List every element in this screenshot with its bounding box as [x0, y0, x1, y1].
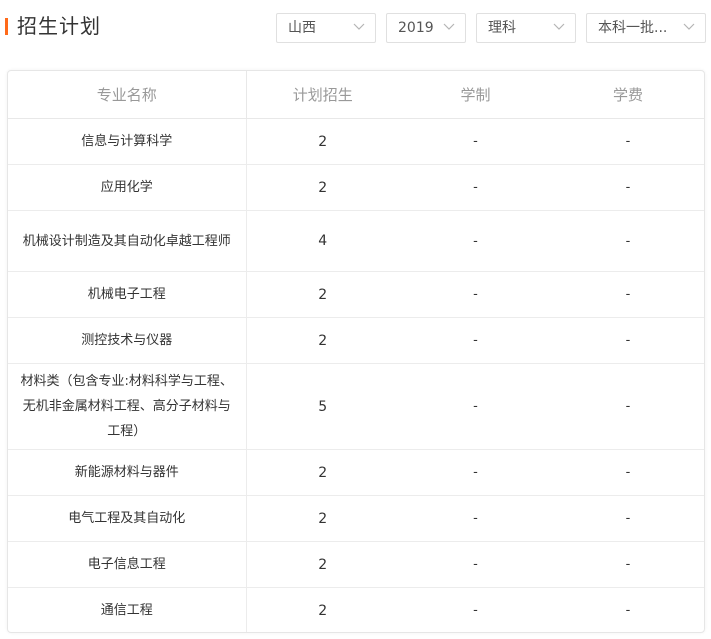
duration-cell: - — [399, 118, 552, 165]
fee-cell: - — [552, 164, 704, 211]
table-row: 电子信息工程 2 - - — [8, 541, 704, 588]
page-header: 招生计划 山西 2019 理科 本科一批... — [0, 0, 711, 56]
fee-cell: - — [552, 495, 704, 542]
table-header-row: 专业名称 计划招生 学制 学费 — [8, 71, 704, 119]
plan-count-cell: 2 — [318, 602, 328, 619]
table-row: 电气工程及其自动化 2 - - — [8, 495, 704, 542]
fee-cell: - — [552, 271, 704, 318]
duration-cell: - — [399, 449, 552, 496]
chevron-down-icon — [443, 23, 455, 30]
major-name-cell: 新能源材料与器件 — [8, 449, 247, 496]
table-row: 材料类（包含专业:材料科学与工程、无机非金属材料工程、高分子材料与工程） 5 -… — [8, 363, 704, 450]
major-name-cell: 材料类（包含专业:材料科学与工程、无机非金属材料工程、高分子材料与工程） — [8, 363, 247, 450]
chevron-down-icon — [553, 23, 565, 30]
major-name-cell: 信息与计算科学 — [8, 118, 247, 165]
column-header-plan: 计划招生 — [246, 71, 399, 119]
fee-cell: - — [552, 317, 704, 364]
duration-cell: - — [473, 603, 478, 618]
batch-select-value: 本科一批... — [598, 20, 668, 36]
subject-select-value: 理科 — [488, 20, 516, 36]
province-select[interactable]: 山西 — [276, 13, 376, 43]
plan-count-cell: 5 — [246, 363, 399, 450]
table-row: 新能源材料与器件 2 - - — [8, 449, 704, 496]
plan-count-cell: 2 — [246, 118, 399, 165]
plan-count-cell: 2 — [246, 449, 399, 496]
chevron-down-icon — [683, 23, 695, 30]
plan-count-cell: 2 — [246, 495, 399, 542]
duration-cell: - — [399, 210, 552, 272]
major-name-cell: 应用化学 — [8, 164, 247, 211]
fee-cell: - — [552, 210, 704, 272]
fee-cell: - — [552, 541, 704, 588]
column-header-major: 专业名称 — [8, 71, 247, 119]
page-title: 招生计划 — [17, 14, 101, 38]
province-select-value: 山西 — [288, 20, 316, 36]
fee-cell: - — [552, 118, 704, 165]
major-name-cell: 机械电子工程 — [8, 271, 247, 318]
title-accent-bar — [5, 18, 8, 35]
table-row: 通信工程 2 - - — [8, 587, 704, 632]
enrollment-plan-table: 专业名称 计划招生 学制 学费 信息与计算科学 2 - - 应用化学 2 - -… — [7, 70, 705, 633]
fee-cell: - — [552, 363, 704, 450]
plan-count-cell: 2 — [246, 164, 399, 211]
chevron-down-icon — [353, 23, 365, 30]
duration-cell: - — [399, 363, 552, 450]
table-row: 信息与计算科学 2 - - — [8, 118, 704, 165]
plan-count-cell: 2 — [246, 317, 399, 364]
major-name-cell: 电气工程及其自动化 — [8, 495, 247, 542]
duration-cell: - — [399, 164, 552, 211]
major-name-cell: 测控技术与仪器 — [8, 317, 247, 364]
subject-select[interactable]: 理科 — [476, 13, 576, 43]
table-row: 测控技术与仪器 2 - - — [8, 317, 704, 364]
plan-count-cell: 2 — [246, 541, 399, 588]
fee-cell: - — [625, 603, 631, 618]
duration-cell: - — [399, 495, 552, 542]
table-row: 机械电子工程 2 - - — [8, 271, 704, 318]
plan-count-cell: 2 — [246, 271, 399, 318]
fee-cell: - — [552, 449, 704, 496]
column-header-fee: 学费 — [552, 71, 704, 119]
column-header-duration: 学制 — [399, 71, 552, 119]
year-select[interactable]: 2019 — [386, 13, 466, 43]
duration-cell: - — [399, 541, 552, 588]
duration-cell: - — [399, 317, 552, 364]
plan-count-cell: 4 — [246, 210, 399, 272]
major-name-cell: 通信工程 — [8, 587, 247, 632]
duration-cell: - — [399, 271, 552, 318]
batch-select[interactable]: 本科一批... — [586, 13, 706, 43]
table-row: 机械设计制造及其自动化卓越工程师 4 - - — [8, 210, 704, 272]
table-row: 应用化学 2 - - — [8, 164, 704, 211]
year-select-value: 2019 — [398, 20, 434, 36]
major-name-cell: 机械设计制造及其自动化卓越工程师 — [8, 210, 247, 272]
major-name-cell: 电子信息工程 — [8, 541, 247, 588]
